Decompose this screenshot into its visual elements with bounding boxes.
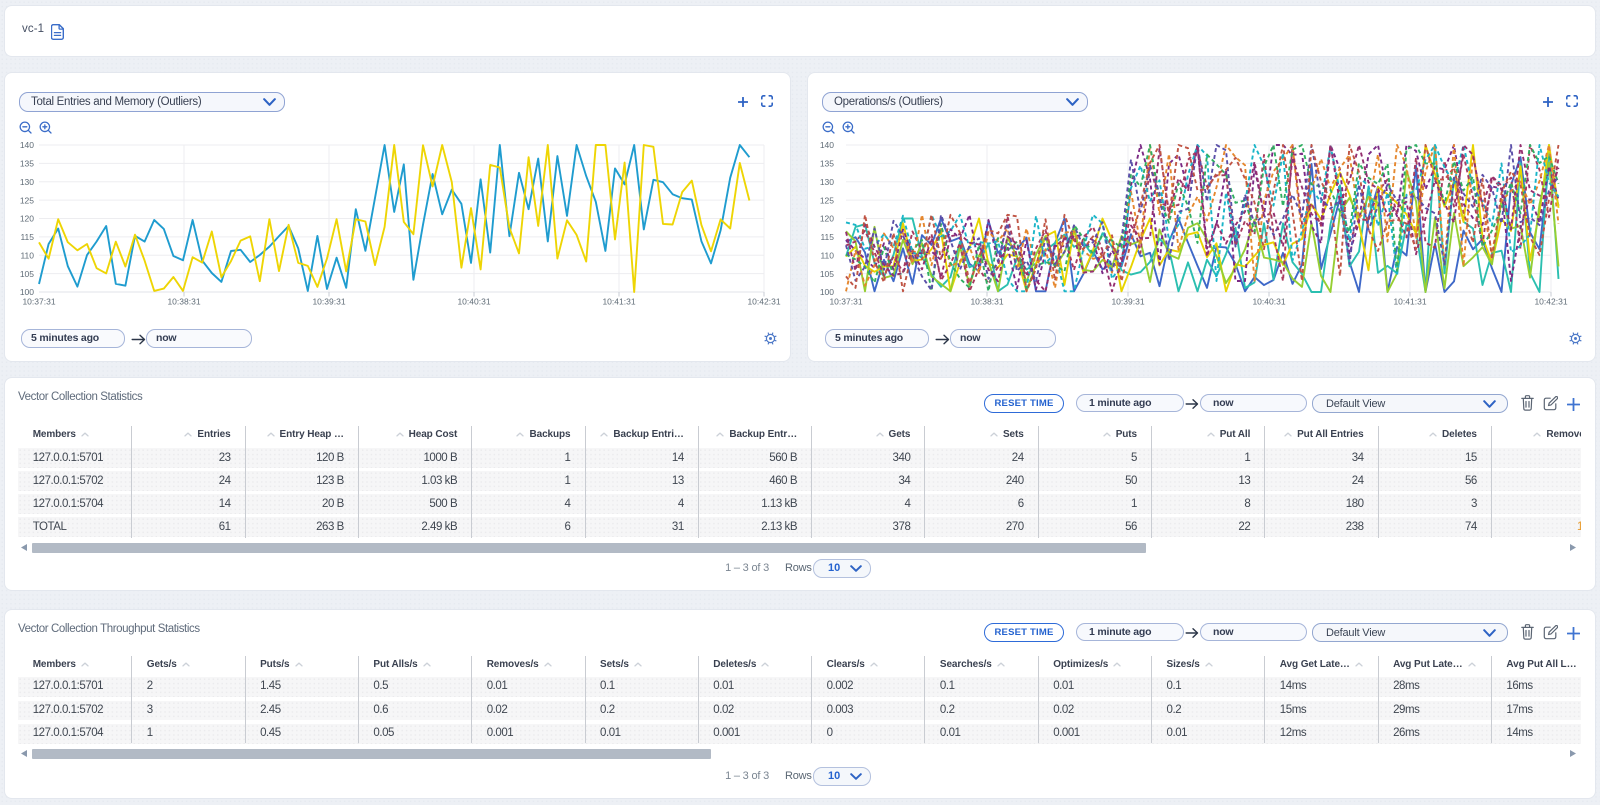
svg-text:10:40:31: 10:40:31	[1252, 297, 1285, 307]
svg-text:105: 105	[20, 269, 34, 279]
svg-text:10:37:31: 10:37:31	[829, 297, 862, 307]
svg-text:10:41:31: 10:41:31	[602, 297, 635, 307]
svg-text:10:42:31: 10:42:31	[747, 297, 780, 307]
svg-text:10:41:31: 10:41:31	[1393, 297, 1426, 307]
svg-text:130: 130	[820, 177, 834, 187]
svg-text:10:38:31: 10:38:31	[167, 297, 200, 307]
svg-text:110: 110	[20, 250, 34, 260]
svg-text:120: 120	[820, 214, 834, 224]
svg-text:105: 105	[820, 269, 834, 279]
svg-text:140: 140	[20, 140, 34, 150]
svg-text:135: 135	[20, 159, 34, 169]
svg-text:10:38:31: 10:38:31	[970, 297, 1003, 307]
svg-text:140: 140	[820, 140, 834, 150]
svg-text:10:39:31: 10:39:31	[1111, 297, 1144, 307]
svg-text:120: 120	[20, 214, 34, 224]
svg-text:10:42:31: 10:42:31	[1534, 297, 1567, 307]
svg-text:10:39:31: 10:39:31	[312, 297, 345, 307]
svg-text:135: 135	[820, 159, 834, 169]
svg-text:10:40:31: 10:40:31	[457, 297, 490, 307]
svg-text:10:37:31: 10:37:31	[22, 297, 55, 307]
svg-text:130: 130	[20, 177, 34, 187]
svg-text:125: 125	[820, 195, 834, 205]
svg-text:115: 115	[20, 232, 34, 242]
svg-text:110: 110	[820, 250, 834, 260]
svg-text:125: 125	[20, 195, 34, 205]
svg-text:115: 115	[820, 232, 834, 242]
